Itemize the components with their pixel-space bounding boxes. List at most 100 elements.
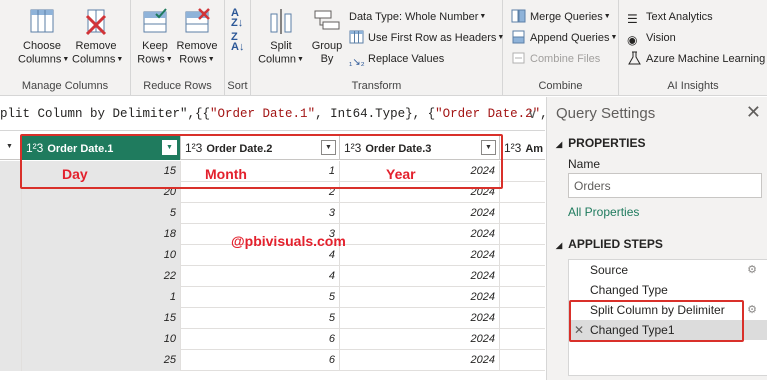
sort-descending-icon[interactable]: Z A↓ [231, 32, 244, 53]
split-column-icon [270, 9, 292, 34]
table-row[interactable]: 25 6 2024 [0, 350, 545, 371]
keep-rows-label-2: Rows [137, 53, 165, 66]
table-cell [500, 329, 545, 350]
row-number-cell[interactable] [0, 245, 22, 266]
close-icon[interactable]: ✕ [746, 102, 761, 123]
row-number-cell[interactable] [0, 329, 22, 350]
remove-rows-button[interactable]: Remove Rows▼ [173, 6, 221, 66]
table-cell: 6 [181, 329, 340, 350]
row-number-cell[interactable] [0, 224, 22, 245]
table-header-icon [349, 30, 364, 44]
table-row[interactable]: 15 5 2024 [0, 308, 545, 329]
group-transform: Split Column▼ Group By Data Type: Whole … [251, 0, 504, 96]
step-label: Changed Type1 [590, 323, 675, 337]
step-changed-type1[interactable]: ✕ Changed Type1 [569, 320, 767, 340]
column-filter-dropdown-icon[interactable]: ▼ [162, 140, 177, 155]
vision-button[interactable]: ◉ Vision [627, 29, 676, 47]
use-first-row-label: Use First Row as Headers [368, 32, 497, 44]
table-row[interactable]: 1 5 2024 [0, 287, 545, 308]
whole-number-type-icon[interactable]: 1²3 [26, 141, 43, 155]
query-name-field[interactable] [568, 173, 762, 198]
step-label: Split Column by Delimiter [590, 303, 725, 317]
table-cell: 5 [181, 308, 340, 329]
gear-icon[interactable]: ⚙ [747, 260, 757, 280]
column-header-order-date-1[interactable]: 1²3 Order Date.1 ▼ [22, 136, 181, 160]
annotation-day: Day [62, 166, 88, 182]
chevron-down-icon: ▼ [610, 34, 618, 42]
table-cell: 4 [181, 266, 340, 287]
annotation-year: Year [386, 166, 416, 182]
table-cell: 25 [22, 350, 181, 371]
column-header-amount[interactable]: 1²3 Am [500, 136, 545, 160]
group-sort: A Z↓ Z A↓ Sort [225, 0, 251, 96]
table-row[interactable]: 5 3 2024 [0, 203, 545, 224]
chevron-down-icon: ▼ [165, 56, 173, 63]
properties-section-header[interactable]: ◢ PROPERTIES [556, 136, 646, 150]
remove-columns-button[interactable]: Remove Columns▼ [72, 6, 124, 66]
step-split-column-by-delimiter[interactable]: Split Column by Delimiter ⚙ [569, 300, 767, 320]
text-analytics-button[interactable]: ☰ Text Analytics [627, 8, 713, 26]
formula-bar[interactable]: plit Column by Delimiter",{{"Order Date.… [0, 97, 545, 131]
chevron-down-icon: ▼ [207, 56, 215, 63]
column-filter-dropdown-icon[interactable]: ▼ [481, 140, 496, 155]
delete-step-icon[interactable]: ✕ [574, 320, 584, 340]
applied-steps-section-header[interactable]: ◢ APPLIED STEPS [556, 237, 663, 251]
whole-number-type-icon[interactable]: 1²3 [185, 141, 202, 155]
table-cell [500, 287, 545, 308]
row-number-cell[interactable] [0, 203, 22, 224]
data-type-label: Data Type: Whole Number [349, 11, 479, 23]
table-cell: 20 [22, 182, 181, 203]
append-queries-button[interactable]: Append Queries▼ [511, 29, 617, 47]
row-number-cell[interactable] [0, 287, 22, 308]
all-properties-link[interactable]: All Properties [568, 205, 639, 219]
group-combine: Merge Queries▼ Append Queries▼ Combine F… [503, 0, 619, 96]
table-cell [500, 308, 545, 329]
table-row[interactable]: 10 6 2024 [0, 329, 545, 350]
chevron-down-icon: ▼ [116, 56, 124, 63]
column-filter-dropdown-icon[interactable]: ▼ [321, 140, 336, 155]
watermark-text: @pbivisuals.com [231, 233, 346, 249]
table-cell: 22 [22, 266, 181, 287]
properties-label: PROPERTIES [568, 136, 646, 150]
row-selector-header[interactable]: ▼ [0, 136, 22, 160]
use-first-row-headers-button[interactable]: Use First Row as Headers▼ [349, 29, 504, 47]
group-reduce-rows: Keep Rows▼ Remove Rows▼ Reduce Rows [131, 0, 225, 96]
replace-values-button[interactable]: ₁↘₂ Replace Values [349, 50, 444, 68]
row-number-cell[interactable] [0, 308, 22, 329]
chevron-down-icon: ▼ [603, 13, 611, 21]
table-row[interactable]: 22 4 2024 [0, 266, 545, 287]
keep-rows-button[interactable]: Keep Rows▼ [131, 6, 179, 66]
step-changed-type[interactable]: Changed Type [569, 280, 767, 300]
merge-queries-icon [511, 9, 526, 23]
whole-number-type-icon[interactable]: 1²3 [504, 141, 521, 155]
table-menu-icon[interactable]: ▼ [2, 140, 17, 155]
gear-icon[interactable]: ⚙ [747, 300, 757, 320]
split-column-button[interactable]: Split Column▼ [257, 6, 305, 66]
formula-text: , [540, 107, 545, 121]
azure-ml-button[interactable]: Azure Machine Learning [627, 50, 765, 68]
data-type-dropdown[interactable]: Data Type: Whole Number▼ [349, 8, 486, 26]
group-by-label-2: By [320, 53, 334, 65]
row-number-cell[interactable] [0, 350, 22, 371]
column-header-order-date-3[interactable]: 1²3 Order Date.3 ▼ [340, 136, 500, 160]
group-by-icon [314, 10, 340, 30]
row-number-cell[interactable] [0, 182, 22, 203]
step-source[interactable]: Source ⚙ [569, 260, 767, 280]
merge-queries-button[interactable]: Merge Queries▼ [511, 8, 611, 26]
column-header-order-date-2[interactable]: 1²3 Order Date.2 ▼ [181, 136, 340, 160]
table-row[interactable]: 20 2 2024 [0, 182, 545, 203]
keep-rows-label-1: Keep [142, 40, 168, 52]
row-number-cell[interactable] [0, 266, 22, 287]
whole-number-type-icon[interactable]: 1²3 [344, 141, 361, 155]
combine-files-button[interactable]: Combine Files [511, 50, 600, 68]
choose-columns-button[interactable]: Choose Columns▼ [18, 6, 69, 66]
group-by-button[interactable]: Group By [303, 6, 351, 66]
group-label-combine: Combine [538, 80, 583, 92]
eye-icon: ◉ [627, 33, 638, 47]
row-number-cell[interactable] [0, 161, 22, 182]
collapse-triangle-icon: ◢ [556, 140, 563, 149]
expand-formula-chevron-icon[interactable]: ∨ [527, 97, 537, 130]
sort-ascending-icon[interactable]: A Z↓ [231, 8, 243, 29]
table-cell: 6 [181, 350, 340, 371]
choose-columns-icon [30, 9, 54, 33]
